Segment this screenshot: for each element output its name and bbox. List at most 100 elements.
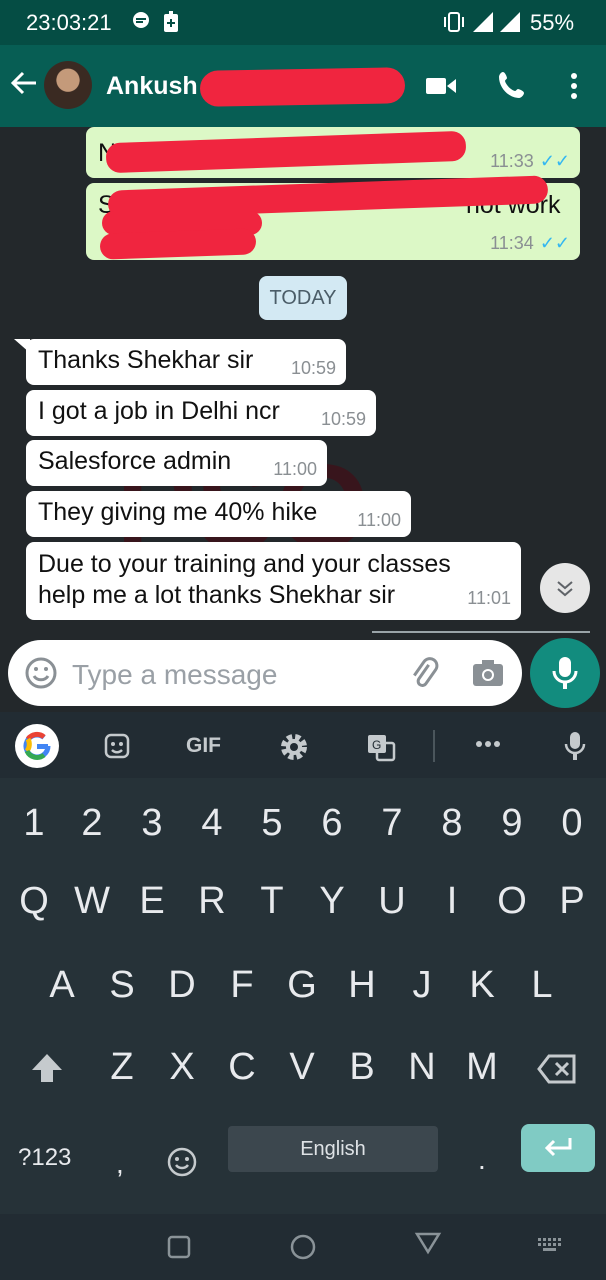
chat-header: Ankush: [0, 45, 606, 127]
enter-icon: [544, 1138, 572, 1157]
incoming-message[interactable]: Thanks Shekhar sir 10:59: [26, 339, 346, 385]
camera-icon[interactable]: [470, 656, 506, 695]
key-a[interactable]: A: [34, 964, 90, 1007]
key-h[interactable]: H: [334, 964, 390, 1007]
date-chip: TODAY: [259, 276, 347, 320]
enter-key[interactable]: [521, 1124, 595, 1172]
shift-icon[interactable]: [30, 1052, 64, 1089]
key-m[interactable]: M: [454, 1046, 510, 1089]
key-3[interactable]: 3: [124, 802, 180, 845]
message-text: They giving me 40% hike: [38, 498, 318, 526]
attach-icon[interactable]: [406, 656, 440, 695]
battery-percent: 55%: [530, 10, 575, 35]
status-time: 23:03:21: [26, 10, 112, 35]
incoming-message[interactable]: Salesforce admin 11:00: [26, 440, 327, 486]
video-call-icon[interactable]: [424, 69, 458, 108]
message-input-bar[interactable]: Type a message: [8, 640, 522, 706]
symbols-key[interactable]: ?123: [18, 1144, 71, 1172]
key-n[interactable]: N: [394, 1046, 450, 1089]
nav-recents-icon[interactable]: [166, 1234, 192, 1265]
voice-input-icon[interactable]: [563, 730, 587, 767]
key-k[interactable]: K: [454, 964, 510, 1007]
outgoing-message[interactable]: N 11:33✓✓: [86, 127, 580, 178]
key-x[interactable]: X: [154, 1046, 210, 1089]
incoming-message[interactable]: They giving me 40% hike 11:00: [26, 491, 411, 537]
key-0[interactable]: 0: [544, 802, 600, 845]
svg-text:G: G: [372, 738, 381, 752]
back-arrow-icon[interactable]: [10, 69, 38, 103]
key-1[interactable]: 1: [6, 802, 62, 845]
keyboard: GIF G 1 2 3 4 5 6 7 8 9 0 Q W E R T Y U: [0, 712, 606, 1280]
redaction-mark: [199, 67, 406, 107]
key-p[interactable]: P: [544, 880, 600, 923]
emoji-icon[interactable]: [24, 656, 58, 695]
key-j[interactable]: J: [394, 964, 450, 1007]
phone-icon[interactable]: [496, 69, 528, 106]
chat-area[interactable]: PSO N 11:33✓✓ So te not work 11:34✓✓ TOD…: [0, 127, 606, 712]
key-y[interactable]: Y: [304, 880, 360, 923]
key-s[interactable]: S: [94, 964, 150, 1007]
avatar[interactable]: [44, 61, 92, 109]
comma-key[interactable]: ,: [116, 1148, 124, 1180]
key-l[interactable]: L: [514, 964, 570, 1007]
keyboard-keys: 1 2 3 4 5 6 7 8 9 0 Q W E R T Y U I O P …: [0, 778, 606, 1214]
redaction-mark: [99, 228, 257, 260]
gif-button[interactable]: GIF: [186, 734, 221, 758]
key-e[interactable]: E: [124, 880, 180, 923]
message-time: 11:01: [467, 588, 511, 608]
key-t[interactable]: T: [244, 880, 300, 923]
key-5[interactable]: 5: [244, 802, 300, 845]
key-4[interactable]: 4: [184, 802, 240, 845]
key-6[interactable]: 6: [304, 802, 360, 845]
message-time: 11:33 ✓✓: [490, 151, 570, 171]
key-7[interactable]: 7: [364, 802, 420, 845]
keyboard-hide-icon[interactable]: [536, 1236, 564, 1263]
message-input[interactable]: Type a message: [72, 659, 277, 691]
key-g[interactable]: G: [274, 964, 330, 1007]
key-z[interactable]: Z: [94, 1046, 150, 1089]
scroll-down-button[interactable]: [540, 563, 590, 613]
incoming-message[interactable]: I got a job in Delhi ncr 10:59: [26, 390, 376, 436]
key-q[interactable]: Q: [6, 880, 62, 923]
vibrate-icon: [442, 11, 466, 38]
key-u[interactable]: U: [364, 880, 420, 923]
key-v[interactable]: V: [274, 1046, 330, 1089]
more-options-icon[interactable]: [474, 734, 502, 759]
space-bar[interactable]: English: [228, 1126, 438, 1172]
key-d[interactable]: D: [154, 964, 210, 1007]
scroll-down-icon: [557, 581, 573, 597]
read-ticks-icon: ✓✓: [539, 151, 570, 171]
divider: [372, 631, 590, 633]
contact-name[interactable]: Ankush: [106, 72, 198, 101]
key-i[interactable]: I: [424, 880, 480, 923]
key-r[interactable]: R: [184, 880, 240, 923]
period-key[interactable]: .: [478, 1144, 486, 1176]
key-o[interactable]: O: [484, 880, 540, 923]
translate-icon[interactable]: G: [366, 732, 396, 767]
key-b[interactable]: B: [334, 1046, 390, 1089]
chat-notification-icon: [131, 11, 151, 36]
message-time: 10:59: [290, 358, 336, 378]
sticker-icon[interactable]: [103, 732, 131, 765]
key-8[interactable]: 8: [424, 802, 480, 845]
status-bar: 23:03:21 55%: [0, 0, 606, 45]
navigation-bar: [0, 1214, 606, 1280]
backspace-icon[interactable]: [537, 1054, 577, 1089]
more-icon[interactable]: [562, 69, 586, 108]
nav-back-icon[interactable]: [414, 1230, 442, 1261]
signal-icon-2: [498, 11, 522, 38]
key-9[interactable]: 9: [484, 802, 540, 845]
outgoing-message[interactable]: So te not work 11:34✓✓: [86, 175, 580, 260]
message-text: Due to your training and your classes he…: [38, 550, 451, 609]
nav-home-icon[interactable]: [289, 1233, 317, 1266]
key-c[interactable]: C: [214, 1046, 270, 1089]
keyboard-toolbar: GIF G: [0, 712, 606, 778]
mic-button[interactable]: [530, 638, 600, 708]
key-f[interactable]: F: [214, 964, 270, 1007]
google-icon[interactable]: [15, 724, 59, 768]
incoming-message[interactable]: Due to your training and your classes he…: [26, 542, 521, 620]
emoji-key-icon[interactable]: [166, 1146, 198, 1183]
key-w[interactable]: W: [64, 880, 120, 923]
settings-icon[interactable]: [279, 732, 309, 767]
key-2[interactable]: 2: [64, 802, 120, 845]
